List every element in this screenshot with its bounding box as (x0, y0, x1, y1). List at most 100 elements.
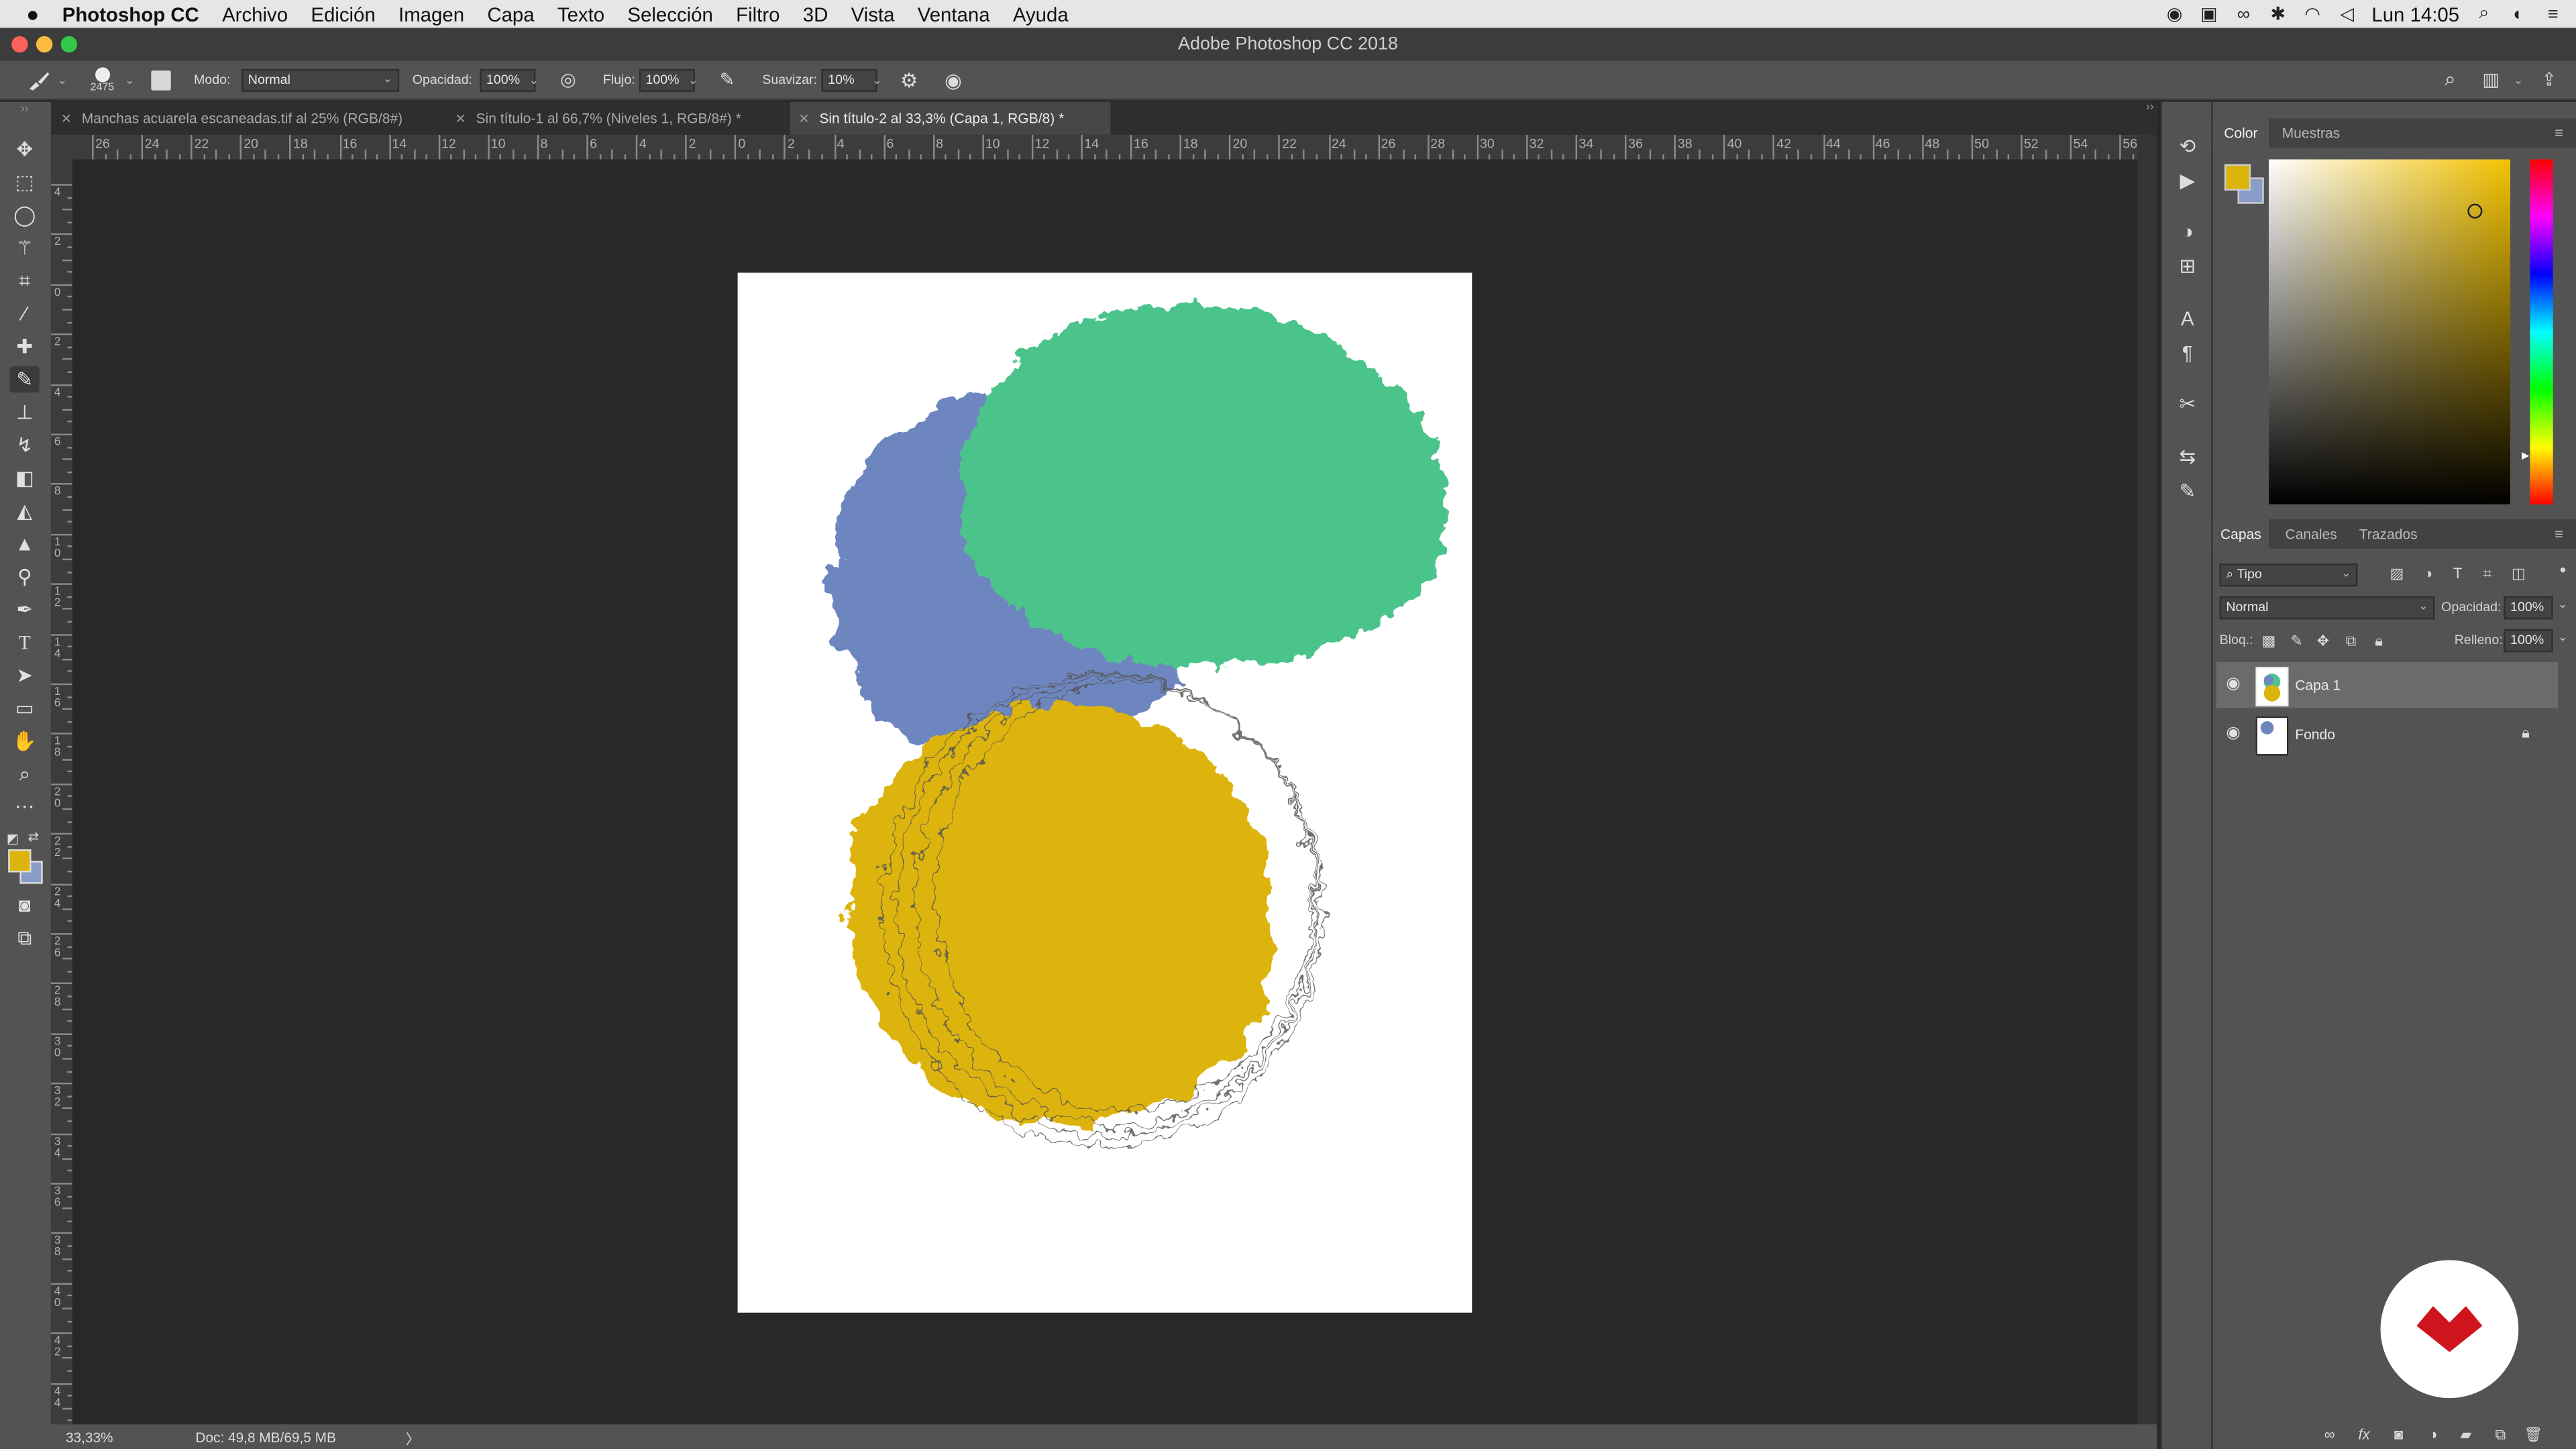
eye-icon[interactable]: ◉ (2226, 676, 2245, 695)
chevron-down-icon[interactable]: ⌄ (125, 61, 134, 99)
paint-bucket-tool-icon[interactable]: ◭ (10, 498, 40, 524)
flow-input[interactable]: 100% (639, 68, 695, 93)
bluetooth-icon[interactable]: ✱ (2268, 5, 2288, 24)
chevron-down-icon[interactable]: ⌄ (2558, 631, 2567, 644)
add-mask-icon[interactable]: ◙ (2390, 1426, 2406, 1442)
notification-center-icon[interactable]: ≡ (2543, 4, 2563, 23)
brush-tool-icon[interactable]: ✎ (9, 366, 40, 393)
hand-tool-icon[interactable]: ✋ (10, 728, 40, 754)
lock-position-icon[interactable]: ✥ (2315, 632, 2331, 649)
path-selection-tool-icon[interactable]: ➤ (10, 662, 40, 688)
menu-archivo[interactable]: Archivo (222, 3, 288, 25)
airbrush-icon[interactable]: ✎ (720, 61, 735, 99)
new-layer-icon[interactable]: ⧉ (2492, 1425, 2508, 1442)
color-field[interactable] (2269, 159, 2511, 504)
tab-color[interactable]: Color (2212, 118, 2269, 148)
lock-all-icon[interactable]: 🔒︎ (2371, 632, 2387, 649)
layer-name[interactable]: Fondo (2295, 711, 2335, 757)
layer-filter-select[interactable]: ⌕ Tipo ⌄ (2219, 564, 2358, 587)
filter-toggle-icon[interactable]: ● (2555, 562, 2571, 578)
brush-settings-panel-icon[interactable]: ⇆ (2175, 443, 2200, 468)
properties-panel-icon[interactable]: ⊞ (2175, 253, 2200, 278)
crop-tool-icon[interactable]: ⌗ (10, 268, 40, 294)
gear-icon[interactable]: ⚙ (900, 61, 918, 99)
quick-mask-icon[interactable]: ◙ (10, 892, 40, 918)
tab-manchas-acuarela[interactable]: ✕ Manchas acuarela escaneadas.tif al 25% … (51, 102, 452, 135)
trash-icon[interactable]: 🗑︎ (2524, 1425, 2542, 1442)
filter-shape-icon[interactable]: ⌗ (2479, 564, 2496, 581)
swap-colors-icon[interactable]: ⇄ (28, 830, 39, 845)
wifi-icon[interactable]: ◠ (2303, 5, 2322, 24)
zoom-level[interactable]: 33,33% (66, 1430, 113, 1446)
menu-app-name[interactable]: Photoshop CC (62, 3, 199, 25)
zoom-window-button[interactable] (60, 36, 78, 53)
screen-share-icon[interactable]: ▣ (2199, 5, 2218, 24)
history-brush-tool-icon[interactable]: ↯ (10, 432, 40, 458)
clone-stamp-tool-icon[interactable]: ⊥ (10, 399, 40, 425)
history-panel-icon[interactable]: ⟲ (2175, 133, 2200, 158)
tab-trazados[interactable]: Trazados (2359, 519, 2418, 549)
chevron-down-icon[interactable]: ⌄ (2514, 61, 2523, 99)
smooth-dropdown-icon[interactable]: ⌄ (872, 61, 881, 99)
foreground-color-swatch[interactable] (8, 849, 32, 873)
tab-sin-titulo-2[interactable]: ✕ Sin título-2 al 33,3% (Capa 1, RGB/8) * (790, 101, 1111, 135)
tab-canales[interactable]: Canales (2286, 519, 2337, 549)
pressure-opacity-icon[interactable]: ◎ (560, 61, 576, 99)
blend-mode-select[interactable]: Normal ⌄ (2219, 596, 2435, 620)
adjustment-layer-icon[interactable]: ◑ (2425, 1426, 2441, 1442)
hue-slider[interactable]: ▶ (2522, 159, 2553, 504)
blur-tool-icon[interactable]: ▲ (10, 531, 40, 557)
brushes-panel-icon[interactable]: ✎ (2175, 478, 2200, 503)
menu-ayuda[interactable]: Ayuda (1013, 3, 1069, 25)
vertical-ruler[interactable]: 4202468101214161820222426283032343638404… (50, 159, 74, 1425)
mode-select[interactable]: Normal ⌄ (241, 68, 400, 93)
opacity-input[interactable]: 100% (480, 68, 536, 93)
menu-seleccion[interactable]: Selección (627, 3, 712, 25)
dodge-tool-icon[interactable]: ⚲ (10, 564, 40, 590)
zoom-tool-icon[interactable]: ⌕ (10, 761, 40, 787)
menu-texto[interactable]: Texto (557, 3, 604, 25)
vertical-scroll-area[interactable] (2137, 134, 2157, 1425)
tab-capas[interactable]: Capas (2212, 519, 2269, 549)
record-icon[interactable]: ◉ (2165, 5, 2184, 24)
smooth-input[interactable]: 10% (821, 68, 877, 93)
close-window-button[interactable] (11, 36, 28, 53)
menu-ventana[interactable]: Ventana (918, 3, 990, 25)
menu-edicion[interactable]: Edición (311, 3, 375, 25)
siri-icon[interactable]: ◐ (2509, 4, 2528, 23)
lock-image-icon[interactable]: ✎ (2288, 632, 2304, 649)
apple-icon[interactable]: ● (26, 1, 39, 26)
fill-input[interactable]: 100% (2504, 629, 2553, 653)
panel-menu-icon[interactable]: ≡ (2555, 519, 2563, 549)
new-group-icon[interactable]: ▰ (2458, 1425, 2474, 1442)
menu-filtro[interactable]: Filtro (736, 3, 780, 25)
move-tool-icon[interactable]: ✥ (10, 136, 40, 162)
menu-3d[interactable]: 3D (803, 3, 828, 25)
horizontal-ruler[interactable]: 26 24 22 20 18 16 14 12 10 8 6 4 2 0 2 4 6 8 10 12 14 16 18 20 2… (72, 134, 2138, 161)
layer-opacity-input[interactable]: 100% (2504, 596, 2553, 620)
filter-type-icon[interactable]: T (2449, 565, 2465, 581)
adjustments-panel-icon[interactable]: ◑ (2175, 219, 2200, 244)
color-picker-cursor[interactable] (2467, 203, 2483, 219)
screen-mode-icon[interactable]: ⧉ (10, 925, 40, 951)
layer-name[interactable]: Capa 1 (2295, 662, 2341, 708)
spotlight-search-icon[interactable]: ⌕ (2474, 3, 2493, 23)
volume-icon[interactable]: ◁ (2337, 5, 2357, 24)
magic-wand-tool-icon[interactable]: ⚚ (10, 235, 40, 261)
filter-adjustment-icon[interactable]: ◑ (2420, 565, 2436, 581)
tool-presets-icon[interactable]: ✂ (2175, 391, 2200, 416)
collapse-toolbar-icon[interactable]: ›› (10, 102, 40, 115)
chevron-down-icon[interactable]: ⌄ (2558, 598, 2567, 611)
creative-cloud-icon[interactable]: ∞ (2234, 4, 2253, 23)
pen-tool-icon[interactable]: ✒ (10, 596, 40, 623)
minimize-window-button[interactable] (36, 36, 53, 53)
share-icon[interactable]: ⇪ (2542, 61, 2557, 99)
status-menu-arrow[interactable]: 〉 (406, 1430, 420, 1449)
brush-size-picker[interactable]: 2475 (91, 61, 114, 99)
menu-capa[interactable]: Capa (487, 3, 534, 25)
layer-row-capa-1[interactable]: ◉ Capa 1 (2216, 661, 2559, 708)
workspace-icon[interactable]: ▥ (2482, 61, 2499, 99)
marquee-tool-icon[interactable]: ⬚ (10, 169, 40, 195)
panel-collapse-icon[interactable]: ›› (2146, 102, 2153, 113)
eraser-tool-icon[interactable]: ◧ (10, 465, 40, 491)
